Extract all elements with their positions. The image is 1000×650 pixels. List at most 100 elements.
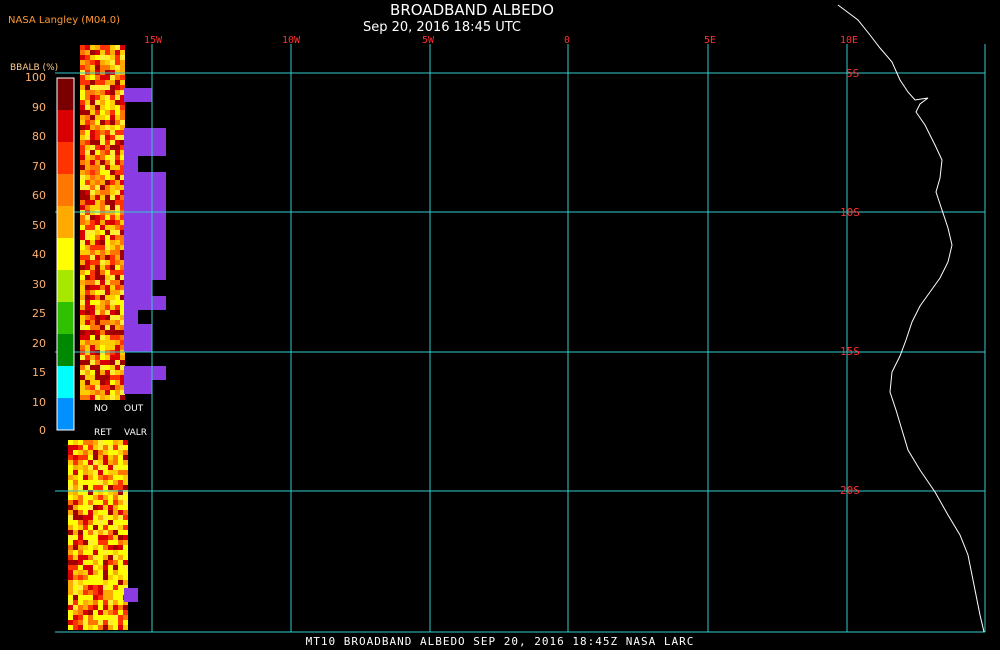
swath-pixel [90,340,95,345]
swath-pixel [115,380,120,385]
swath-pixel [115,355,120,360]
swath-pixel [105,385,110,390]
swath-pixel [68,515,73,520]
swath-pixel [115,235,120,240]
swath-pixel [98,565,103,570]
swath-pixel [80,335,85,340]
swath-pixel [108,575,113,580]
swath-pixel [83,545,88,550]
swath-pixel [108,565,113,570]
swath-pixel [100,195,105,200]
swath-pixel [78,465,83,470]
swath-pixel [95,135,100,140]
swath-pixel [120,45,125,50]
swath-pixel [118,555,123,560]
swath-pixel [80,175,85,180]
swath-pixel [90,55,95,60]
swath-pixel [95,85,100,90]
swath-pixel [93,610,98,615]
no-ret-label-bottom: RET [94,428,112,438]
swath-pixel [95,220,100,225]
colorbar-swatch [57,270,74,302]
swath-pixel [110,285,115,290]
swath-pixel [90,80,95,85]
swath-pixel [100,85,105,90]
swath-pixel [68,465,73,470]
swath-pixel [110,280,115,285]
swath-pixel [83,610,88,615]
swath-pixel [83,460,88,465]
swath-pixel [105,275,110,280]
swath-pixel [90,140,95,145]
swath-pixel [88,570,93,575]
swath-pixel [110,185,115,190]
swath-pixel [113,525,118,530]
swath-pixel [83,555,88,560]
albedo-map [55,4,986,633]
swath-pixel [123,570,128,575]
swath-pixel [118,605,123,610]
swath-pixel [68,505,73,510]
swath-pixel [95,45,100,50]
swath-pixel [105,130,110,135]
swath-pixel [115,265,120,270]
swath-pixel [80,250,85,255]
swath-pixel [105,65,110,70]
swath-pixel [113,625,118,630]
swath-pixel [88,615,93,620]
swath-pixel [110,335,115,340]
swath-pixel [90,290,95,295]
swath-pixel [80,310,85,315]
swath-pixel [103,475,108,480]
swath-pixel [80,80,85,85]
swath-pixel [118,505,123,510]
swath-pixel [90,45,95,50]
swath-pixel [118,520,123,525]
swath-pixel [83,530,88,535]
swath-pixel [108,440,113,445]
swath-pixel [73,450,78,455]
no-retrieval-block [124,324,152,352]
swath-pixel [95,165,100,170]
swath-pixel [115,130,120,135]
swath-pixel [90,150,95,155]
swath-pixel [85,105,90,110]
swath-pixel [85,390,90,395]
swath-pixel [115,115,120,120]
swath-pixel [123,610,128,615]
chart-title: BROADBAND ALBEDO [390,1,554,19]
swath-pixel [85,260,90,265]
swath-pixel [105,355,110,360]
swath-pixel [113,520,118,525]
swath-pixel [80,315,85,320]
swath-pixel [90,300,95,305]
swath-pixel [113,550,118,555]
swath-pixel [100,285,105,290]
swath-pixel [95,335,100,340]
swath-pixel [78,470,83,475]
swath-pixel [93,510,98,515]
swath-pixel [73,510,78,515]
swath-pixel [68,585,73,590]
swath-pixel [85,50,90,55]
swath-pixel [98,510,103,515]
swath-pixel [80,120,85,125]
swath-pixel [115,175,120,180]
swath-pixel [110,205,115,210]
swath-pixel [78,610,83,615]
swath-pixel [85,140,90,145]
no-retrieval-block [124,588,138,602]
swath-pixel [78,540,83,545]
swath-pixel [80,150,85,155]
swath-pixel [115,165,120,170]
swath-pixel [88,485,93,490]
source-label: NASA Langley (M04.0) [8,15,120,26]
swath-pixel [85,375,90,380]
swath-pixel [80,60,85,65]
swath-pixel [98,625,103,630]
swath-pixel [90,185,95,190]
colorbar-swatch [57,398,74,430]
swath-pixel [105,395,110,400]
swath-pixel [110,115,115,120]
swath-pixel [80,205,85,210]
